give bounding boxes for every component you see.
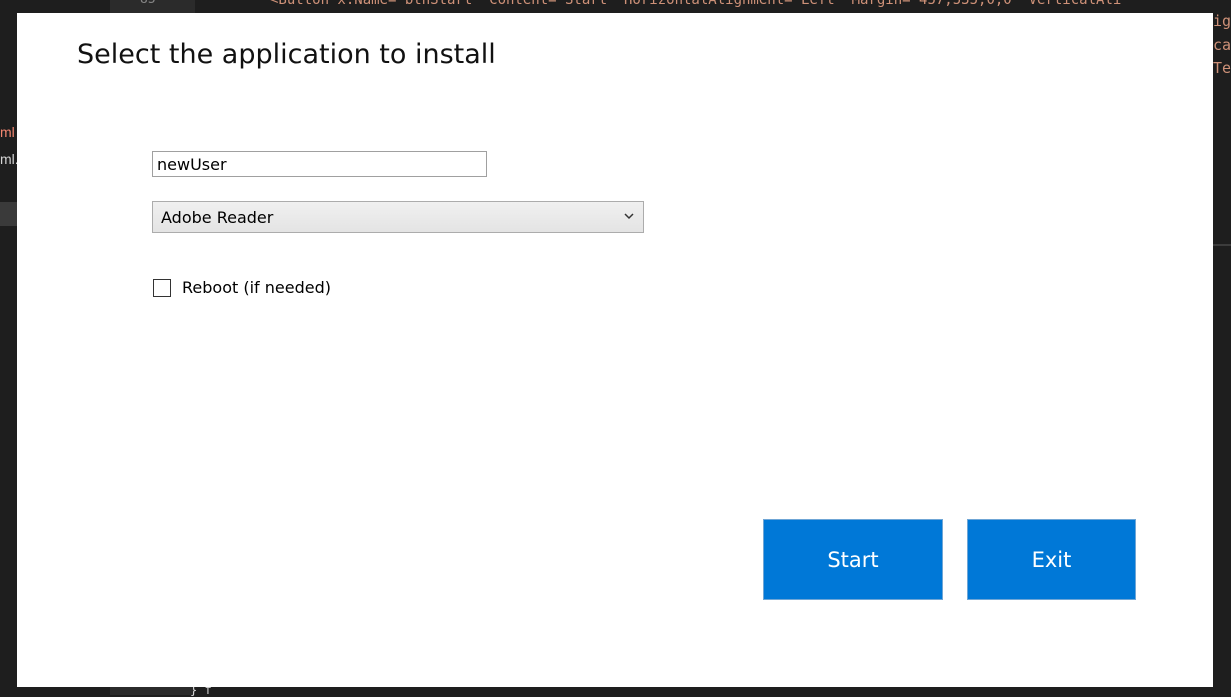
start-button[interactable]: Start xyxy=(763,519,943,600)
code-fragment: ig xyxy=(1213,12,1231,30)
application-select[interactable]: Adobe Reader xyxy=(152,201,644,233)
line-highlight xyxy=(0,202,17,226)
username-input[interactable] xyxy=(152,151,487,177)
installer-window: Select the application to install Adobe … xyxy=(17,13,1213,687)
editor-divider xyxy=(1213,244,1231,246)
page-title: Select the application to install xyxy=(77,39,496,70)
code-fragment: ml. xyxy=(0,151,19,167)
reboot-checkbox[interactable] xyxy=(153,278,171,297)
reboot-option[interactable]: Reboot (if needed) xyxy=(153,278,331,297)
code-line: <Button x:Name="btnStart" Content="Start… xyxy=(270,0,1122,8)
code-fragment: Te xyxy=(1213,59,1231,77)
application-select-value: Adobe Reader xyxy=(161,207,274,227)
code-fragment: ml xyxy=(0,124,15,140)
exit-button[interactable]: Exit xyxy=(967,519,1136,600)
line-number: 85 xyxy=(140,0,156,7)
chevron-down-icon xyxy=(624,213,634,220)
reboot-label: Reboot (if needed) xyxy=(182,278,331,297)
code-fragment: ca xyxy=(1213,36,1231,54)
